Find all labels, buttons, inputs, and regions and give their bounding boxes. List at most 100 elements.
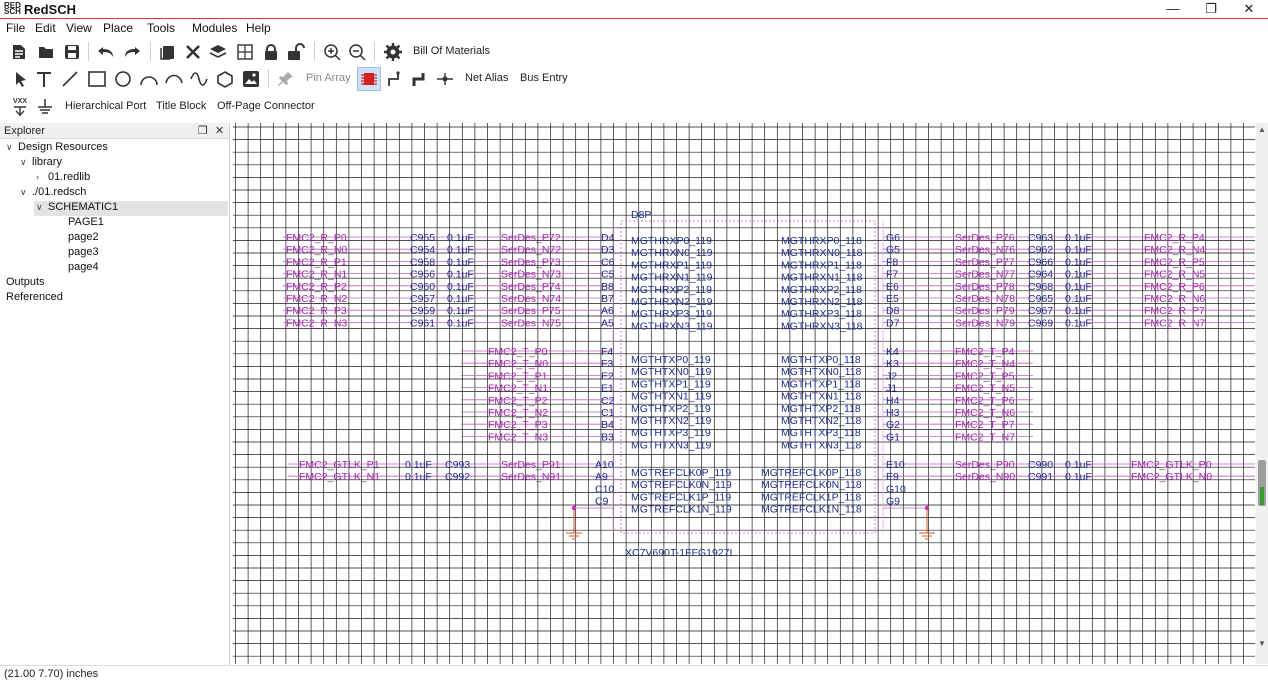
port-label: FMC2_T_N2: [488, 407, 548, 419]
vertical-scrollbar[interactable]: ▲ ▼: [1256, 123, 1268, 664]
part-reference: D8P: [631, 209, 651, 221]
ellipse-arc-tool-icon[interactable]: [163, 67, 185, 91]
pin-icon[interactable]: [275, 67, 297, 91]
menu-place[interactable]: Place: [103, 21, 133, 35]
text-tool-icon[interactable]: [34, 67, 54, 91]
open-folder-icon[interactable]: [35, 40, 57, 64]
pin-signal: MGTHRXN2_119: [631, 296, 713, 308]
tree-item-page2[interactable]: page2: [0, 231, 99, 246]
zoom-in-icon[interactable]: [321, 40, 343, 64]
pin-signal: MGTHTXN0_118: [781, 366, 861, 378]
save-icon[interactable]: [61, 40, 83, 64]
net-label: SerDes_P79: [955, 305, 1015, 317]
wire-tool-icon[interactable]: [384, 67, 406, 91]
maximize-button[interactable]: ❐: [1192, 0, 1230, 18]
pin-signal: MGTHTXN3_119: [631, 439, 711, 451]
junction-icon[interactable]: [434, 67, 456, 91]
pin-number: C5: [601, 269, 615, 281]
arc-tool-icon[interactable]: [138, 67, 160, 91]
pin-number: D8: [886, 305, 900, 317]
pin-signal: MGTHRXP0_118: [781, 235, 862, 247]
component-chip-icon[interactable]: [357, 67, 381, 91]
tree-item-label: Referenced: [6, 291, 63, 303]
explorer-panel: Explorer ❐ ✕ ∨ Design Resources ∨ library › 0…: [0, 123, 230, 665]
copy-icon[interactable]: [157, 40, 179, 64]
menu-file[interactable]: File: [6, 21, 25, 35]
chevron-down-icon[interactable]: ∨: [36, 202, 48, 213]
off-page-connector-button[interactable]: Off-Page Connector: [217, 100, 315, 112]
layers-icon[interactable]: [207, 40, 229, 64]
port-label: FMC2_T_P0: [488, 346, 548, 358]
menu-modules[interactable]: Modules: [192, 21, 237, 35]
pin-number: J1: [886, 383, 897, 395]
pin-signal: MGTHRXP2_118: [781, 284, 862, 296]
port-label: FMC2_GTLK_P1: [299, 459, 380, 471]
zoom-out-icon[interactable]: [346, 40, 368, 64]
unlock-icon[interactable]: [285, 40, 307, 64]
port-label: FMC2_R_N7: [1144, 317, 1205, 329]
rectangle-tool-icon[interactable]: [86, 67, 108, 91]
pin-array-button[interactable]: Pin Array: [306, 72, 351, 84]
minimize-button[interactable]: —: [1154, 0, 1192, 18]
menu-tools[interactable]: Tools: [147, 21, 175, 35]
power-symbol-icon[interactable]: VXX: [9, 95, 31, 119]
image-tool-icon[interactable]: [240, 67, 262, 91]
port-label: FMC2_R_P2: [286, 281, 347, 293]
circle-tool-icon[interactable]: [112, 67, 134, 91]
bill-of-materials-button[interactable]: Bill Of Materials: [413, 45, 490, 57]
float-panel-icon[interactable]: ❐: [198, 124, 208, 137]
pin-number: C10: [595, 483, 614, 495]
schematic-sheet[interactable]: D8P XC7V690T-1FFG1927I FMC2_R_P0 C955 0.1uF S…: [233, 123, 1255, 664]
bus-tool-icon[interactable]: [409, 67, 431, 91]
menu-edit[interactable]: Edit: [35, 21, 56, 35]
title-block-button[interactable]: Title Block: [156, 100, 206, 112]
tree-item-outputs[interactable]: Outputs: [0, 276, 45, 291]
tree-item-page3[interactable]: page3: [0, 246, 99, 261]
line-tool-icon[interactable]: [59, 67, 81, 91]
ground-symbol-icon[interactable]: [35, 95, 55, 119]
select-pointer-icon[interactable]: [11, 67, 31, 91]
scroll-up-icon[interactable]: ▲: [1257, 125, 1267, 134]
pin-signal: MGTHTXP0_119: [631, 354, 711, 366]
close-button[interactable]: ✕: [1230, 0, 1268, 18]
chevron-down-icon[interactable]: ∨: [6, 142, 18, 153]
pin-signal: MGTHRXP3_118: [781, 308, 862, 320]
net-label: SerDes_P91: [501, 459, 561, 471]
tree-item-01-redlib[interactable]: › 01.redlib: [0, 171, 90, 186]
scroll-down-icon[interactable]: ▼: [1257, 639, 1267, 648]
pin-signal: MGTREFCLK1N_118: [761, 504, 862, 516]
capacitor-ref: C965: [1028, 293, 1053, 305]
chevron-down-icon[interactable]: ∨: [20, 157, 32, 168]
polygon-tool-icon[interactable]: [214, 67, 236, 91]
undo-icon[interactable]: [94, 40, 118, 64]
menu-help[interactable]: Help: [246, 21, 271, 35]
redo-icon[interactable]: [120, 40, 144, 64]
tree-item-schematic1[interactable]: ∨ SCHEMATIC1: [34, 201, 228, 216]
pin-number: G1: [886, 431, 900, 443]
net-label: SerDes_N79: [955, 317, 1015, 329]
gear-icon[interactable]: [381, 40, 405, 64]
delete-icon[interactable]: [182, 40, 204, 64]
bezier-tool-icon[interactable]: [188, 67, 210, 91]
tree-item-design-resources[interactable]: ∨ Design Resources: [0, 141, 108, 156]
tree-item-01-redsch[interactable]: ∨ ./01.redsch: [0, 186, 86, 201]
pin-number: B3: [601, 431, 614, 443]
tree-item-library[interactable]: ∨ library: [0, 156, 62, 171]
align-grid-icon[interactable]: [234, 40, 256, 64]
chevron-right-icon[interactable]: ›: [36, 172, 48, 182]
net-alias-button[interactable]: Net Alias: [465, 72, 508, 84]
tree-item-page1[interactable]: PAGE1: [0, 216, 104, 231]
close-panel-icon[interactable]: ✕: [215, 124, 224, 137]
tree-item-referenced[interactable]: Referenced: [0, 291, 63, 306]
schematic-canvas[interactable]: D8P XC7V690T-1FFG1927I FMC2_R_P0 C955 0.1uF S…: [233, 123, 1255, 664]
draw-toolbar: Pin Array Net Alias Bus Entry: [0, 65, 1268, 93]
bus-entry-button[interactable]: Bus Entry: [520, 72, 568, 84]
chevron-down-icon[interactable]: ∨: [20, 187, 32, 198]
net-label: SerDes_P73: [501, 256, 561, 268]
lock-icon[interactable]: [260, 40, 282, 64]
new-file-icon[interactable]: [8, 40, 30, 64]
hierarchical-port-button[interactable]: Hierarchical Port: [65, 100, 146, 112]
port-label: FMC2_R_N5: [1144, 269, 1205, 281]
menu-view[interactable]: View: [66, 21, 92, 35]
tree-item-page4[interactable]: page4: [0, 261, 99, 276]
